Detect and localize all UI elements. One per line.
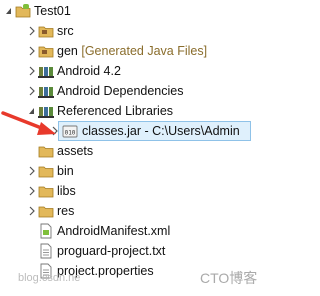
tree-row-proguard[interactable]: proguard-project.txt: [0, 241, 253, 261]
expanded-twistie-icon[interactable]: [27, 101, 37, 121]
tree-row-assets[interactable]: assets: [0, 141, 253, 161]
android-label: Android 4.2: [57, 64, 121, 78]
src-label: src: [57, 24, 74, 38]
jar-file-icon: 010: [62, 125, 78, 138]
gen-decoration: [Generated Java Files]: [81, 44, 208, 58]
collapsed-twistie-icon[interactable]: [27, 41, 37, 61]
xml-file-icon: [40, 223, 52, 239]
libs-label: libs: [57, 184, 76, 198]
bin-label: bin: [57, 164, 74, 178]
tree-row-project[interactable]: Test01: [0, 1, 253, 21]
gen-label: gen: [57, 44, 78, 58]
collapsed-twistie-icon[interactable]: [27, 181, 37, 201]
folder-icon: [38, 166, 54, 178]
collapsed-twistie-icon[interactable]: [27, 201, 37, 221]
collapsed-twistie-icon[interactable]: [27, 21, 37, 41]
classes-jar-label: classes.jar - C:\Users\Admin: [82, 124, 240, 138]
res-label: res: [57, 204, 75, 218]
folder-icon: [38, 186, 54, 198]
expanded-twistie-icon[interactable]: [4, 1, 14, 21]
source-folder-icon: [38, 46, 54, 58]
folder-icon: [38, 146, 54, 158]
tree-row-classes-jar[interactable]: 010 classes.jar - C:\Users\Admin: [0, 121, 253, 141]
tree-row-manifest[interactable]: AndroidManifest.xml: [0, 221, 253, 241]
watermark-left: blog.csdn.ne: [18, 272, 81, 284]
tree-row-src[interactable]: src: [0, 21, 253, 41]
svg-text:010: 010: [65, 130, 76, 137]
text-file-icon: [40, 243, 52, 259]
collapsed-twistie-icon[interactable]: [27, 161, 37, 181]
assets-label: assets: [57, 144, 94, 158]
tree-row-gen[interactable]: gen [Generated Java Files]: [0, 41, 253, 61]
library-container-icon: [38, 107, 54, 118]
tree-row-android-deps[interactable]: Android Dependencies: [0, 81, 253, 101]
manifest-label: AndroidManifest.xml: [57, 224, 171, 238]
proguard-label: proguard-project.txt: [57, 244, 166, 258]
deps-label: Android Dependencies: [57, 84, 184, 98]
library-container-icon: [38, 87, 54, 98]
tree-row-android-lib[interactable]: Android 4.2: [0, 61, 253, 81]
tree-row-res[interactable]: res: [0, 201, 253, 221]
collapsed-twistie-icon[interactable]: [50, 121, 60, 141]
source-folder-icon: [38, 26, 54, 38]
watermark-right: CTO博客: [200, 270, 258, 286]
collapsed-twistie-icon[interactable]: [27, 81, 37, 101]
collapsed-twistie-icon[interactable]: [27, 61, 37, 81]
tree-row-bin[interactable]: bin: [0, 161, 253, 181]
tree-row-referenced-libraries[interactable]: Referenced Libraries: [0, 101, 253, 121]
folder-icon: [38, 206, 54, 218]
tree-row-libs[interactable]: libs: [0, 181, 253, 201]
project-label: Test01: [34, 4, 71, 18]
reflibs-label: Referenced Libraries: [57, 104, 174, 118]
library-container-icon: [38, 67, 54, 78]
android-project-icon: [15, 4, 31, 18]
